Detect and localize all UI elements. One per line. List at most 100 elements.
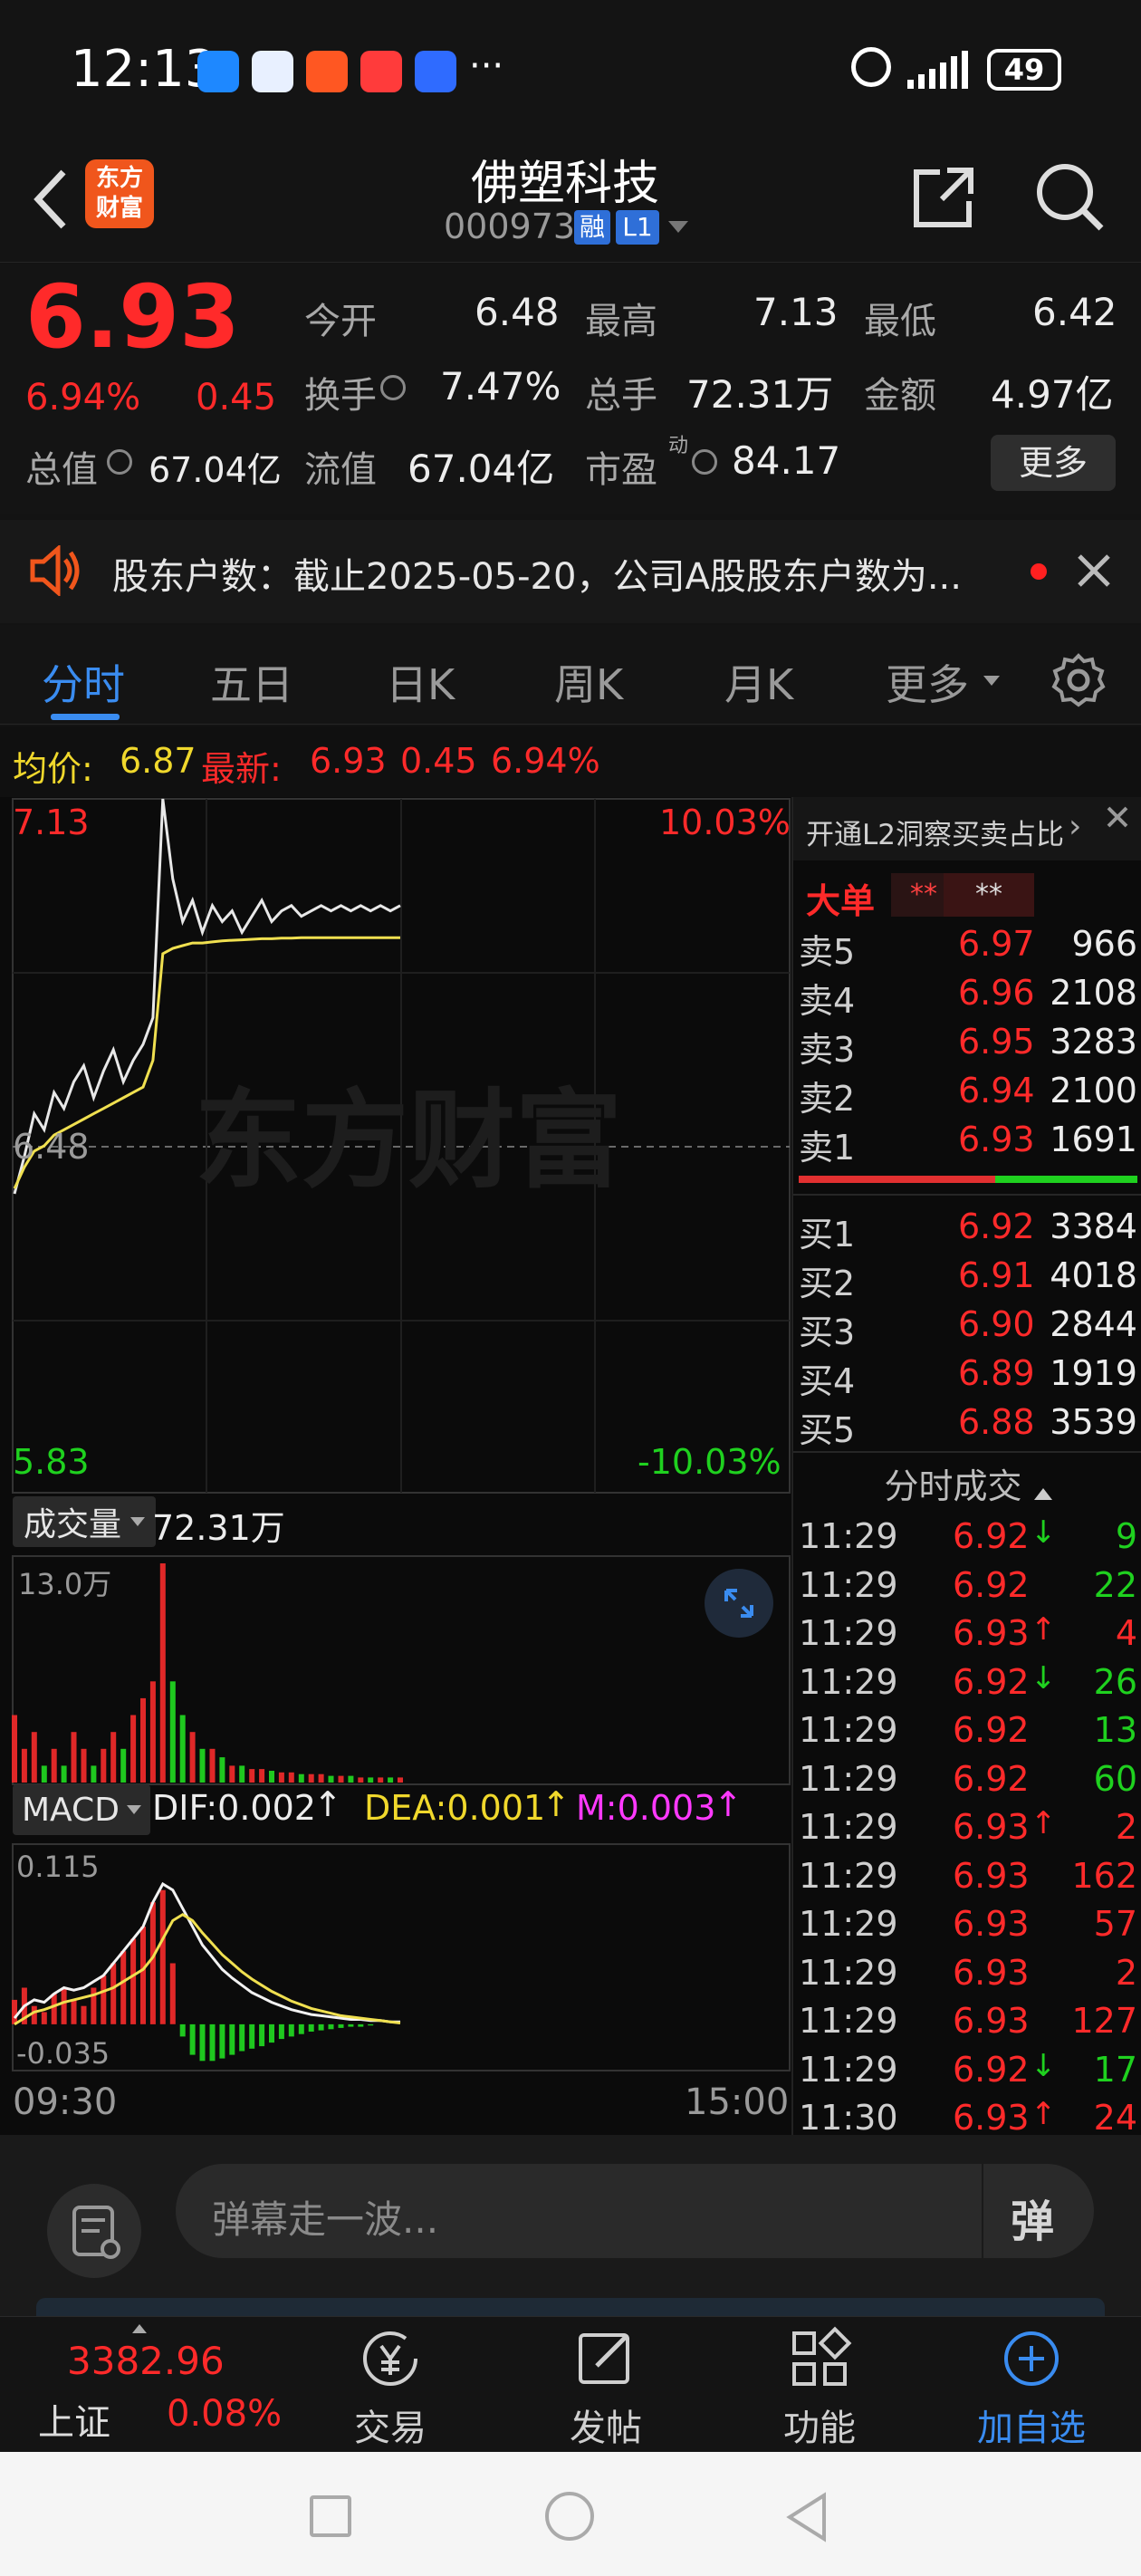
bid-row[interactable]: 买3 6.90 2844 <box>793 1301 1141 1352</box>
bid-row[interactable]: 买1 6.92 3384 <box>793 1203 1141 1254</box>
expand-icon[interactable] <box>705 1569 773 1638</box>
macd-bar <box>229 2023 235 2055</box>
home-button[interactable] <box>545 2492 594 2541</box>
l2-promo-row[interactable]: 开通L2洞察买卖占比 › <box>793 797 1141 860</box>
tab-five-day[interactable]: 五日 <box>210 652 293 712</box>
back-button[interactable] <box>22 163 85 235</box>
ask-row[interactable]: 卖3 6.95 3283 <box>793 1018 1141 1070</box>
trade-row: 11:29 6.92 60 <box>793 1755 1141 1803</box>
trade-row: 11:29 6.93 127 <box>793 1997 1141 2045</box>
price-axis-top: 7.13 <box>13 803 90 842</box>
info-icon[interactable] <box>380 375 406 400</box>
volume-bar <box>308 1773 314 1783</box>
trade-row: 11:29 6.92 ↓ 26 <box>793 1658 1141 1706</box>
time-axis-start: 09:30 <box>13 2081 118 2123</box>
macd-bar <box>12 1999 17 2024</box>
period-tabs: 分时 五日 日K 周K 月K 更多 <box>0 625 1141 725</box>
ask-row[interactable]: 卖4 6.96 2108 <box>793 969 1141 1021</box>
chevron-up-icon <box>132 2324 147 2333</box>
info-icon[interactable] <box>107 449 132 475</box>
pct-axis-top: 10.03% <box>659 803 791 842</box>
bid-qty: 2844 <box>1050 1304 1137 1344</box>
volume-bar <box>12 1715 17 1783</box>
ask-qty: 2100 <box>1050 1071 1137 1110</box>
close-icon[interactable] <box>1101 801 1134 833</box>
back-nav-button[interactable] <box>784 2492 829 2542</box>
trade-qty: 17 <box>1093 2049 1137 2090</box>
tab-functions[interactable]: 功能 <box>770 2317 869 2453</box>
macd-bar <box>328 2023 334 2030</box>
float-mv-label: 流值 <box>304 449 377 491</box>
bid-row[interactable]: 买4 6.89 1919 <box>793 1350 1141 1401</box>
stock-code: 000973 <box>444 207 576 246</box>
macd-bar <box>318 2023 324 2031</box>
chevron-down-icon[interactable] <box>668 221 688 233</box>
tab-intraday[interactable]: 分时 <box>42 652 125 712</box>
tab-daily-k[interactable]: 日K <box>386 652 455 712</box>
volume-bar <box>189 1732 196 1783</box>
trade-direction-icon: ↑ <box>1031 1805 1057 1841</box>
note-icon[interactable] <box>47 2184 141 2278</box>
index-ticker[interactable]: 3382.96 上证 0.08% <box>0 2317 290 2453</box>
ask-row[interactable]: 卖2 6.94 2100 <box>793 1067 1141 1119</box>
tab-trade[interactable]: 交易 <box>340 2317 440 2453</box>
open-value: 6.48 <box>475 290 560 334</box>
trade-price: 6.92 <box>953 2049 1030 2090</box>
notice-bar[interactable]: 股东户数：截止2025-05-20，公司A股股东户数为... <box>0 520 1141 623</box>
ask-row[interactable]: 卖5 6.97 966 <box>793 920 1141 972</box>
amount-value: 4.97亿 <box>991 372 1114 417</box>
volume-bar <box>269 1771 274 1783</box>
volume-bar <box>169 1681 176 1783</box>
macd-bar <box>159 1889 166 2024</box>
share-icon[interactable] <box>909 163 978 232</box>
ask-row[interactable]: 卖1 6.93 1691 <box>793 1116 1141 1168</box>
app-logo-line2: 财富 <box>95 195 143 222</box>
macd-bar <box>358 2023 364 2027</box>
trade-time: 11:29 <box>799 2001 898 2041</box>
macd-bar <box>269 2023 274 2043</box>
gear-icon[interactable] <box>1050 652 1107 708</box>
dif-arrow-icon: ↑ <box>313 1784 342 1824</box>
indicator-selector[interactable]: MACD <box>13 1784 150 1835</box>
tab-more[interactable]: 更多 <box>886 652 969 712</box>
macd-bar <box>189 2023 196 2055</box>
volume-selector[interactable]: 成交量 <box>13 1496 157 1547</box>
macd-bar <box>338 2023 344 2028</box>
add-watchlist-button[interactable]: 加自选 <box>964 2317 1099 2453</box>
tab-post[interactable]: 发帖 <box>556 2317 656 2453</box>
search-icon[interactable] <box>1034 161 1107 234</box>
danmu-toggle-button[interactable]: 弹 <box>1011 2186 1054 2249</box>
ask-qty: 966 <box>1071 924 1137 964</box>
trade-row: 11:29 6.93 ↑ 2 <box>793 1803 1141 1851</box>
dea-value: DEA:0.001 <box>364 1788 546 1828</box>
avg-latest-row: 均价: 6.87 最新: 6.93 0.45 6.94% <box>0 726 1141 797</box>
bid-row[interactable]: 买2 6.91 4018 <box>793 1252 1141 1303</box>
pe-label: 市盈 <box>585 449 657 491</box>
volume-bar <box>239 1765 245 1783</box>
volume-bar <box>209 1748 216 1783</box>
recents-button[interactable] <box>310 2495 351 2537</box>
trade-qty: 162 <box>1071 1855 1137 1896</box>
bid-price: 6.89 <box>958 1353 1035 1393</box>
trades-header[interactable]: 分时成交 <box>793 1458 1141 1509</box>
tab-monthly-k[interactable]: 月K <box>724 652 793 712</box>
bid-level-label: 买3 <box>799 1312 856 1352</box>
close-icon[interactable] <box>1074 551 1114 591</box>
trade-direction-icon: ↑ <box>1031 1611 1057 1648</box>
ask-level-label: 卖4 <box>799 981 856 1021</box>
voice-app-icon <box>415 51 456 92</box>
bid-row[interactable]: 买5 6.88 3539 <box>793 1399 1141 1450</box>
volume-bar <box>110 1732 117 1783</box>
big-order-sell[interactable]: ** <box>944 873 1034 917</box>
ask-list: 卖5 6.97 966 卖4 6.96 2108 卖3 6.95 3283 卖2 6.94 2100 卖… <box>793 920 1141 1168</box>
trade-row: 11:29 6.93 57 <box>793 1900 1141 1948</box>
tab-weekly-k[interactable]: 周K <box>554 652 623 712</box>
danmu-input[interactable]: 弹幕走一波... 弹 <box>176 2164 1094 2258</box>
volume-bar <box>358 1777 364 1783</box>
info-icon[interactable] <box>692 449 717 475</box>
grid-icon <box>792 2326 852 2386</box>
trade-row: 11:29 6.92 ↓ 17 <box>793 2046 1141 2094</box>
more-button[interactable]: 更多 <box>991 435 1116 491</box>
status-time: 12:13 <box>71 40 217 99</box>
macd-bar <box>298 2023 304 2034</box>
